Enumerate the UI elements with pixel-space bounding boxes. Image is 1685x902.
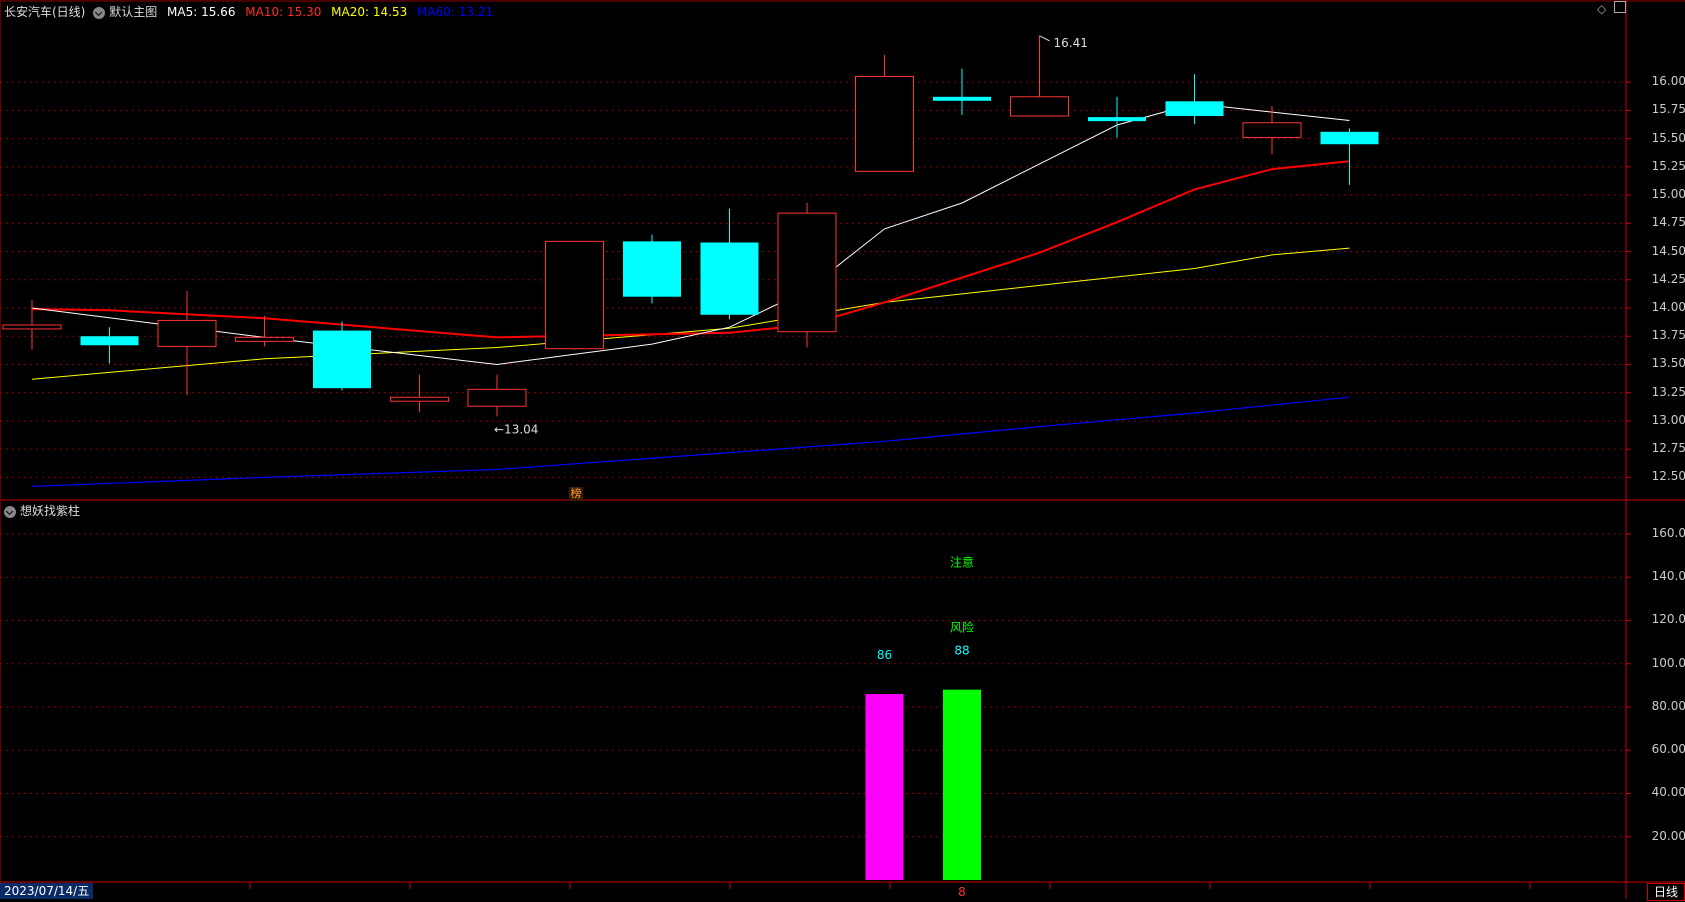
price-tick-label: 13.50 (1651, 356, 1685, 371)
candle-body (1088, 117, 1146, 122)
ma60-line (31, 396, 1350, 487)
candle-body (933, 96, 991, 101)
price-tick-label: 15.75 (1651, 102, 1685, 117)
indicator-tick-label: 160.0 (1651, 525, 1685, 540)
bar-value-label: 88 (954, 644, 969, 658)
candle-body (855, 75, 914, 172)
price-tick-label: 15.00 (1651, 187, 1685, 202)
candle-body (700, 242, 759, 315)
candle-body (1242, 122, 1302, 138)
stock-title[interactable]: 长安汽车(日线) (4, 5, 85, 19)
candle-body (80, 336, 139, 346)
candle-body (1010, 96, 1069, 117)
period-selector[interactable]: 日线 (1646, 883, 1685, 901)
indicator-tick-label: 80.00 (1651, 698, 1685, 713)
ma5-line (31, 103, 1350, 366)
maximize-icon[interactable] (1614, 1, 1626, 13)
candle-body (157, 319, 217, 347)
candle-body (545, 240, 604, 350)
price-tick-label: 15.50 (1651, 130, 1685, 145)
note-risk: 风险 (950, 619, 974, 634)
chevron-down-icon[interactable] (4, 505, 16, 518)
indicator-tick-label: 40.00 (1651, 785, 1685, 800)
candle-body (2, 324, 62, 330)
signal-marker: 8 (958, 885, 966, 899)
price-tick-label: 12.75 (1651, 441, 1685, 456)
chart-canvas: ←13.04 16.41 86 88 注意风险 8 (0, 0, 1685, 899)
indicator-tick-label: 60.00 (1651, 742, 1685, 757)
indicator-tick-label: 140.0 (1651, 569, 1685, 584)
indicator-tick-label: 20.00 (1651, 828, 1685, 843)
candle-body (1165, 101, 1224, 116)
chart-header: 长安汽车(日线) 默认主图 MA5: 15.66 MA10: 15.30 MA2… (4, 3, 493, 20)
ma10-label: MA10: 15.30 (245, 5, 322, 19)
indicator-tick-label: 100.0 (1651, 655, 1685, 670)
price-tick-label: 13.00 (1651, 412, 1685, 427)
candle-body (467, 388, 527, 407)
diamond-icon[interactable]: ◇ (1597, 2, 1606, 16)
ma10-line (31, 160, 1350, 339)
price-tick-label: 14.50 (1651, 243, 1685, 258)
price-tick-label: 12.50 (1651, 469, 1685, 484)
price-tick-label: 14.75 (1651, 215, 1685, 230)
high-price-label: 16.41 (1054, 36, 1088, 50)
candle-body (1320, 131, 1379, 145)
bar-value-label: 86 (877, 648, 892, 662)
price-tick-label: 15.25 (1651, 158, 1685, 173)
low-price-label: ←13.04 (494, 422, 538, 436)
indicator-tick-label: 120.0 (1651, 612, 1685, 627)
note-attention: 注意 (950, 554, 974, 569)
main-chart-label[interactable]: 默认主图 (109, 5, 157, 19)
candle-body (235, 336, 294, 342)
price-tick-label: 13.25 (1651, 384, 1685, 399)
indicator-header: 想妖找紫柱 (4, 502, 80, 519)
candle-body (390, 396, 449, 402)
cursor-date: 2023/07/14/五 (0, 883, 94, 899)
indicator-name[interactable]: 想妖找紫柱 (20, 504, 80, 518)
price-tick-label: 16.00 (1651, 74, 1685, 89)
indicator-bar (865, 694, 904, 880)
price-tick-label: 14.25 (1651, 271, 1685, 286)
price-tick-label: 14.00 (1651, 300, 1685, 314)
ma20-line (31, 247, 1350, 380)
price-tick-label: 13.75 (1651, 328, 1685, 343)
indicator-bar (943, 689, 981, 880)
chart-window: ←13.04 16.41 86 88 注意风险 8 长安汽车(日线) 默认主图 MA5: … (0, 0, 1685, 901)
candle-body (777, 212, 837, 333)
ma5-label: MA5: 15.66 (167, 5, 236, 19)
candle-body (313, 330, 371, 389)
high-price-pointer (1039, 35, 1050, 42)
list-badge[interactable]: 榜 (569, 487, 583, 501)
ma20-label: MA20: 14.53 (331, 5, 408, 19)
ma60-label: MA60: 13.21 (417, 5, 494, 19)
candle-body (623, 241, 681, 297)
chevron-down-icon[interactable] (93, 6, 106, 19)
